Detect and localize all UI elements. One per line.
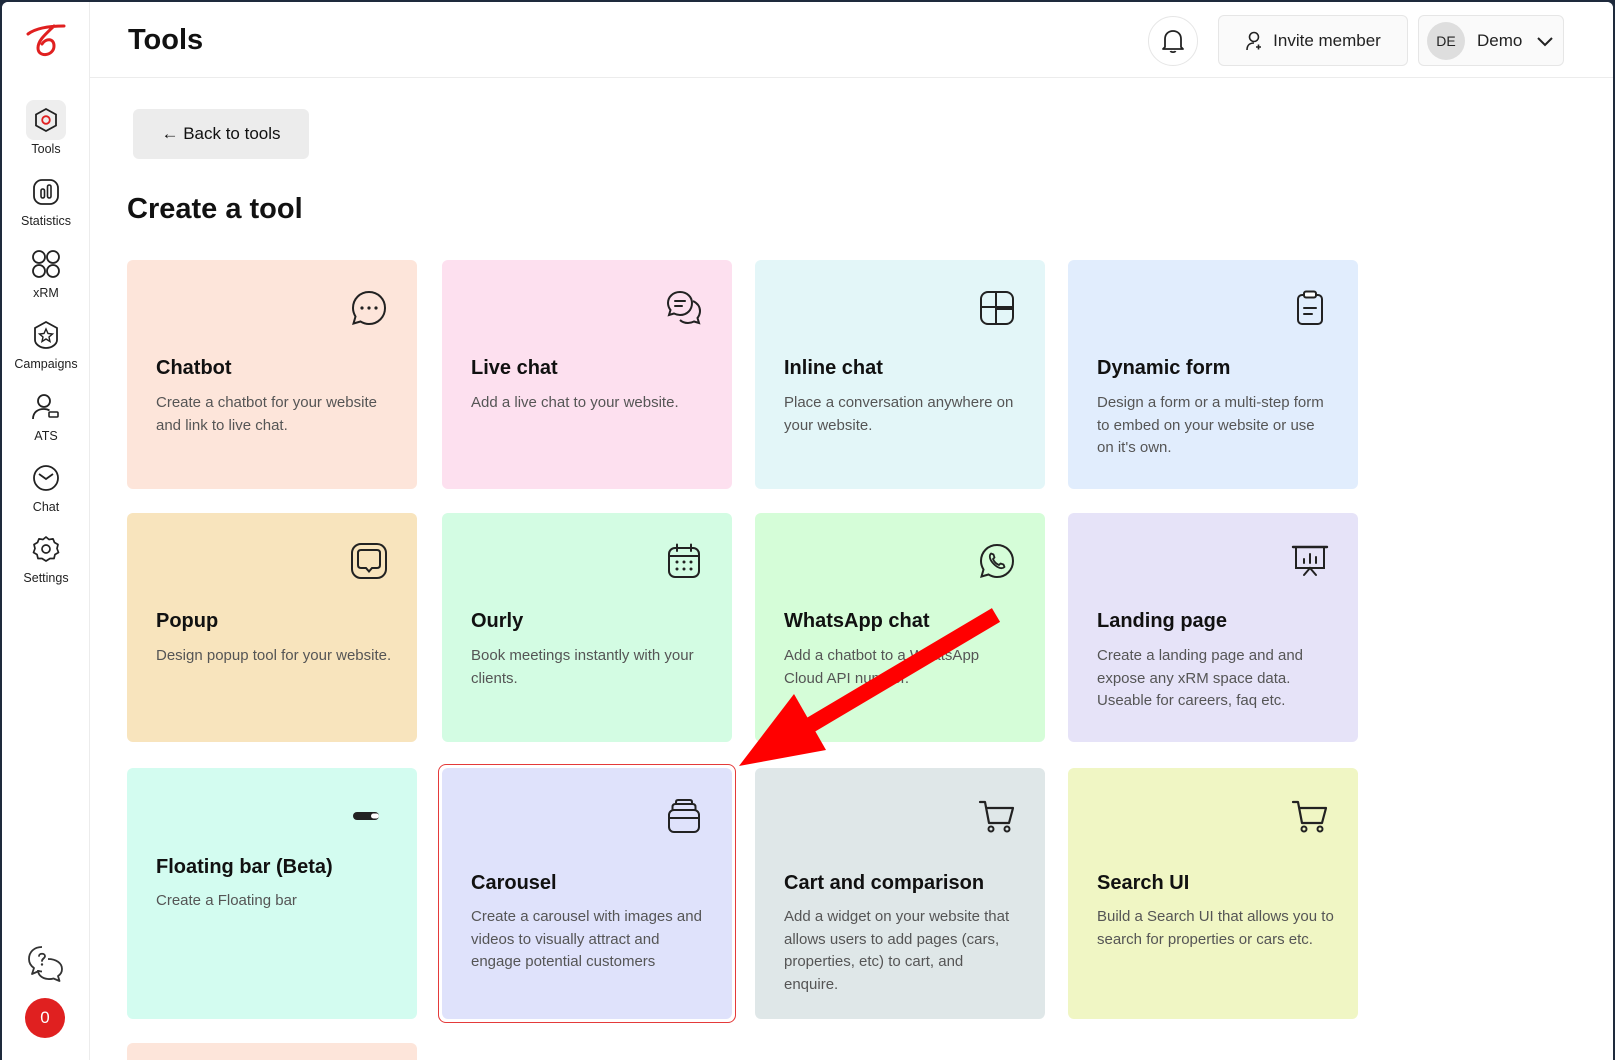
tool-title: Dynamic form [1097,357,1231,379]
sidebar: Tools Statistics xRM Campaigns ATS Chat … [2,2,90,1060]
top-bar: Tools Invite member DE Demo [90,2,1613,78]
tool-card-live-chat[interactable]: Live chat Add a live chat to your websit… [442,260,732,489]
tool-title: Popup [156,610,219,632]
sidebar-item-label: ATS [34,429,58,443]
tool-card-landing-page[interactable]: Landing page Create a landing page and a… [1068,513,1358,742]
user-menu-dropdown[interactable]: DE Demo [1418,15,1564,66]
presentation-board-icon [1291,545,1329,576]
tool-description: Book meetings instantly with your client… [471,647,694,687]
sidebar-item-label: Campaigns [14,357,78,371]
chat-bubbles-icon [666,290,702,325]
tool-title: Cart and comparison [784,872,985,894]
user-add-icon [1246,31,1262,50]
sidebar-item-campaigns[interactable]: Campaigns [6,315,86,377]
tool-card-floating-bar[interactable]: Floating bar (Beta) Create a Floating ba… [127,768,417,1019]
sidebar-item-label: Chat [32,500,60,514]
brand-logo[interactable] [24,20,68,60]
tool-title: Inline chat [784,357,883,379]
tool-description: Add a widget on your website that allows… [784,908,1010,993]
tool-card-cart-and-comparison[interactable]: Cart and comparison Add a widget on your… [755,768,1045,1019]
tool-description: Place a conversation anywhere on your we… [784,394,1014,434]
sidebar-item-xrm[interactable]: xRM [6,244,86,306]
user-tag-icon [26,387,66,427]
tool-card-inline-chat[interactable]: Inline chat Place a conversation anywher… [755,260,1045,489]
gear-icon [26,529,66,569]
tool-card-chatbot[interactable]: Chatbot Create a chatbot for your websit… [127,260,417,489]
tool-title: Landing page [1097,610,1227,632]
clipboard-icon [1297,290,1323,325]
grid-circles-icon [26,244,66,284]
sidebar-item-chat[interactable]: Chat [6,458,86,520]
sidebar-item-ats[interactable]: ATS [6,387,86,449]
tool-card-popup[interactable]: Popup Design popup tool for your website… [127,513,417,742]
chat-dots-icon [351,290,387,326]
tool-title: Ourly [471,610,524,632]
create-tool-heading: Create a tool [127,193,303,225]
stacked-cards-icon [668,799,700,833]
floating-bar-icon [353,812,379,820]
tool-description: Build a Search UI that allows you to sea… [1097,908,1334,948]
tool-description: Create a landing page and and expose any… [1097,647,1304,709]
tool-card-whatsapp-chat[interactable]: WhatsApp chat Add a chatbot to a WhatsAp… [755,513,1045,742]
chat-bubble-icon [26,458,66,498]
campaigns-badge-icon [26,315,66,355]
sidebar-item-statistics[interactable]: Statistics [6,172,86,234]
sidebar-item-tools[interactable]: Tools [6,100,86,162]
layout-grid-icon [980,291,1014,325]
tools-hexagon-icon [26,100,66,140]
back-to-tools-button[interactable]: ← Back to tools [133,109,309,159]
sidebar-item-label: xRM [33,286,59,300]
tool-title: Live chat [471,357,558,379]
popup-square-icon [351,543,387,579]
tool-description: Create a chatbot for your website and li… [156,394,377,434]
sidebar-item-label: Tools [31,142,61,156]
help-chat-icon[interactable] [26,944,66,984]
tool-description: Add a live chat to your website. [471,394,679,411]
tool-card-ourly[interactable]: Ourly Book meetings instantly with your … [442,513,732,742]
notification-count-badge[interactable]: 0 [25,998,65,1038]
sidebar-item-settings[interactable]: Settings [6,529,86,591]
sidebar-item-label: Settings [23,571,69,585]
sidebar-item-label: Statistics [20,214,71,228]
whatsapp-icon [979,543,1015,579]
shopping-cart-icon [978,800,1015,833]
page-title: Tools [128,24,204,56]
tool-card-search-ui[interactable]: Search UI Build a Search UI that allows … [1068,768,1358,1019]
tool-description: Design a form or a multi-step form to em… [1097,394,1324,456]
tool-title: Search UI [1097,872,1190,894]
app-window: Tools Statistics xRM Campaigns ATS Chat … [2,2,1613,1060]
tool-card-carousel[interactable]: Carousel Create a carousel with images a… [442,768,732,1019]
user-name: Demo [1477,30,1523,50]
tool-description: Create a Floating bar [156,892,297,909]
invite-member-label: Invite member [1273,30,1381,50]
tool-title: WhatsApp chat [784,610,930,632]
notifications-button[interactable] [1148,16,1198,66]
bell-icon [1162,30,1184,54]
tool-description: Add a chatbot to a WhatsApp Cloud API nu… [784,647,980,687]
tool-description: Create a carousel with images and videos… [471,908,702,970]
avatar: DE [1427,21,1465,60]
statistics-icon [26,172,66,212]
tool-title: Carousel [471,872,557,894]
shopping-cart-icon [1291,800,1328,833]
tool-description: Design popup tool for your website. [156,647,392,664]
invite-member-button[interactable]: Invite member [1218,15,1408,66]
tool-title: Chatbot [156,357,232,379]
tool-card-dynamic-form[interactable]: Dynamic form Design a form or a multi-st… [1068,260,1358,489]
calendar-icon [668,543,700,578]
chevron-down-icon [1537,36,1554,46]
tool-card-partial[interactable] [127,1043,417,1060]
tool-title: Floating bar (Beta) [156,856,333,878]
